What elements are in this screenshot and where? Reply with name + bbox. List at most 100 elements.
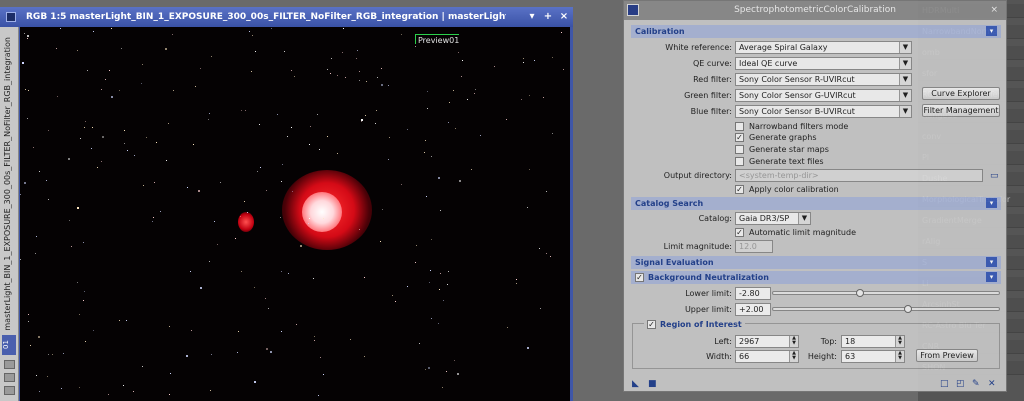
star [474, 93, 475, 94]
star [36, 375, 37, 376]
roi-top-input[interactable]: 18 ▲ ▼ [841, 335, 905, 348]
collapse-icon[interactable]: ▾ [986, 198, 997, 208]
star [119, 320, 120, 321]
image-window-title: RGB 1:5 masterLight_BIN_1_EXPOSURE_300_0… [26, 12, 506, 22]
upper-limit-input[interactable]: +2.00 [735, 303, 771, 316]
lower-limit-slider[interactable] [772, 289, 1000, 297]
star [84, 127, 85, 128]
star [254, 287, 255, 288]
star [453, 90, 454, 91]
roi-width-input[interactable]: 66 ▲ ▼ [735, 350, 799, 363]
section-region-of-interest[interactable]: ✓ Region of Interest [644, 318, 745, 331]
green-filter-label: Green filter: [684, 91, 732, 100]
star [389, 137, 390, 138]
star [20, 194, 21, 195]
spinner-arrows-icon[interactable]: ▲ ▼ [895, 351, 904, 362]
image-window[interactable]: RGB 1:5 masterLight_BIN_1_EXPOSURE_300_0… [0, 7, 573, 401]
preview-side-tab[interactable]: 01 [2, 335, 16, 355]
dialog-titlebar[interactable]: SpectrophotometricColorCalibration × [624, 1, 1006, 20]
section-catalog-search[interactable]: Catalog Search ▾ [631, 197, 1001, 210]
preview-marker[interactable]: Preview01 [415, 34, 460, 45]
roi-height-input[interactable]: 63 ▲ ▼ [841, 350, 905, 363]
star [101, 161, 102, 162]
red-filter-label: Red filter: [693, 75, 732, 84]
star [39, 391, 40, 392]
green-filter-select[interactable]: Sony Color Sensor G-UVIRcut ▼ [735, 89, 912, 102]
section-signal-evaluation[interactable]: Signal Evaluation ▾ [631, 256, 1001, 269]
checkbox-box[interactable] [735, 122, 744, 131]
curve-explorer-button[interactable]: Curve Explorer [922, 87, 1000, 100]
roi-checkbox[interactable]: ✓ [647, 320, 656, 329]
star [91, 148, 92, 149]
maximize-button[interactable]: + [543, 7, 553, 27]
preferences-icon[interactable]: ✎ [972, 379, 980, 389]
star [552, 57, 553, 58]
red-filter-select[interactable]: Sony Color Sensor R-UVIRcut ▼ [735, 73, 912, 86]
image-canvas[interactable]: Preview01 [20, 27, 570, 401]
background-neutralization-checkbox[interactable]: ✓ [635, 273, 644, 282]
star [255, 51, 256, 52]
track-view-icon[interactable]: ◰ [956, 379, 965, 389]
image-window-titlebar[interactable]: RGB 1:5 masterLight_BIN_1_EXPOSURE_300_0… [0, 7, 573, 27]
star [439, 289, 440, 290]
upper-limit-slider[interactable] [772, 305, 1000, 313]
dialog-close-button[interactable]: × [990, 1, 998, 20]
section-roi-title: Region of Interest [660, 320, 742, 329]
checkbox-box[interactable]: ✓ [735, 133, 744, 142]
slider-handle[interactable] [903, 305, 912, 313]
close-button[interactable]: × [559, 7, 569, 27]
spinner-arrows-icon[interactable]: ▲ ▼ [789, 351, 798, 362]
collapse-icon[interactable]: ▾ [986, 26, 997, 36]
star [428, 367, 430, 369]
star [563, 69, 564, 70]
collapse-icon[interactable]: ▾ [986, 272, 997, 282]
slider-handle[interactable] [855, 289, 864, 297]
white-reference-select[interactable]: Average Spiral Galaxy ▼ [735, 41, 912, 54]
checkbox-label: Narrowband filters mode [749, 122, 849, 131]
star [438, 323, 439, 324]
checkbox-box[interactable] [735, 145, 744, 154]
checkbox-box[interactable]: ✓ [735, 185, 744, 194]
side-tab-icon[interactable] [4, 360, 15, 369]
shade-button[interactable]: ▾ [527, 7, 537, 27]
browse-docs-icon[interactable]: □ [940, 379, 949, 389]
spinner-arrows-icon[interactable]: ▲ ▼ [895, 336, 904, 347]
star [292, 191, 293, 192]
star [134, 155, 135, 156]
from-preview-button[interactable]: From Preview [916, 349, 978, 362]
spinner-arrows-icon[interactable]: ▲ ▼ [789, 336, 798, 347]
catalog-select[interactable]: Gaia DR3/SP ▼ [735, 212, 811, 225]
checkbox-box[interactable]: ✓ [735, 228, 744, 237]
new-instance-icon[interactable]: ◣ [632, 379, 639, 389]
qe-curve-select[interactable]: Ideal QE curve ▼ [735, 57, 912, 70]
image-side-tab[interactable]: masterLight_BIN_1_EXPOSURE_300_00s_FILTE… [0, 27, 19, 401]
side-tab-icon[interactable] [4, 386, 15, 395]
section-background-neutralization[interactable]: ✓ Background Neutralization ▾ [631, 271, 1001, 284]
star [455, 128, 456, 129]
filter-management-button[interactable]: Filter Management [922, 104, 1000, 117]
star [448, 122, 449, 123]
folder-icon[interactable]: ▭ [990, 171, 999, 181]
star [507, 327, 508, 328]
collapse-icon[interactable]: ▾ [986, 257, 997, 267]
limit-magnitude-input[interactable]: 12.0 [735, 240, 773, 253]
lower-limit-input[interactable]: -2.80 [735, 287, 771, 300]
star [27, 35, 29, 37]
reset-icon[interactable]: ✕ [988, 379, 996, 389]
star [61, 388, 62, 389]
star [198, 190, 200, 192]
star [153, 217, 154, 218]
app-icon [627, 4, 639, 16]
star [257, 171, 258, 172]
roi-left-input[interactable]: 2967 ▲ ▼ [735, 335, 799, 348]
blue-filter-select[interactable]: Sony Color Sensor B-UVIRcut ▼ [735, 105, 912, 118]
checkbox-box[interactable] [735, 157, 744, 166]
star [438, 177, 440, 179]
section-calibration[interactable]: Calibration ▾ [631, 25, 1001, 38]
star [425, 369, 426, 370]
output-directory-input[interactable]: <system-temp-dir> [735, 169, 983, 182]
star [423, 40, 424, 41]
side-tab-icon[interactable] [4, 373, 15, 382]
spcc-dialog[interactable]: SpectrophotometricColorCalibration × Cal… [623, 0, 1007, 392]
apply-global-icon[interactable]: ■ [648, 379, 657, 389]
